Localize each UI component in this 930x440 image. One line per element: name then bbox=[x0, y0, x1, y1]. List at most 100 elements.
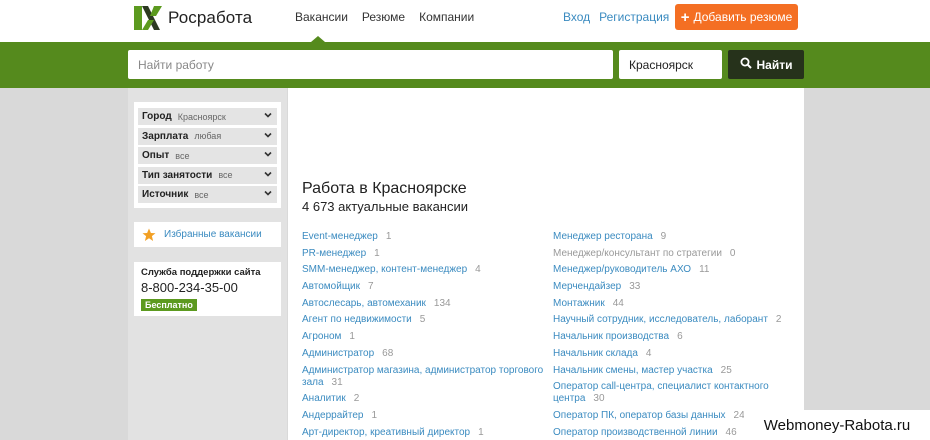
category-link[interactable]: Агент по недвижимости bbox=[302, 314, 412, 325]
list-item: Менеджер/консультант по стратегии 0 bbox=[553, 248, 798, 260]
category-link[interactable]: Менеджер/консультант по стратегии bbox=[553, 248, 722, 259]
category-link[interactable]: Оператор производственной линии bbox=[553, 427, 718, 438]
page-title: Работа в Красноярске bbox=[302, 180, 467, 197]
category-count: 31 bbox=[331, 376, 343, 388]
nav-companies[interactable]: Компании bbox=[419, 10, 474, 24]
filter-label: Опыт bbox=[142, 150, 170, 161]
filter-experience[interactable]: Опыт все bbox=[138, 147, 277, 164]
category-link[interactable]: Менеджер ресторана bbox=[553, 231, 653, 242]
category-link[interactable]: Начальник производства bbox=[553, 331, 669, 342]
favorites-link[interactable]: Избранные вакансии bbox=[164, 229, 262, 240]
nav-resumes[interactable]: Резюме bbox=[362, 10, 405, 24]
category-link[interactable]: Агроном bbox=[302, 331, 341, 342]
category-count: 46 bbox=[725, 426, 737, 438]
search-button[interactable]: Найти bbox=[728, 50, 804, 79]
category-link[interactable]: Монтажник bbox=[553, 298, 605, 309]
filter-employment-type[interactable]: Тип занятости все bbox=[138, 166, 277, 184]
filter-value: все bbox=[194, 189, 209, 200]
filter-salary[interactable]: Зарплата любая bbox=[138, 127, 277, 145]
add-resume-label: Добавить резюме bbox=[693, 10, 793, 24]
register-link[interactable]: Регистрация bbox=[599, 10, 669, 24]
list-item: Начальник производства 6 bbox=[553, 331, 798, 343]
list-item: Мерчендайзер 33 bbox=[553, 281, 798, 293]
category-link[interactable]: Администратор bbox=[302, 348, 374, 359]
filter-source[interactable]: Источник все bbox=[138, 186, 277, 203]
support-title: Служба поддержки сайта bbox=[141, 267, 261, 278]
category-link[interactable]: Event-менеджер bbox=[302, 231, 378, 242]
list-item: Агент по недвижимости 5 bbox=[302, 314, 547, 326]
main-nav: Вакансии Резюме Компании bbox=[295, 10, 474, 24]
category-link[interactable]: Менеджер/руководитель АХО bbox=[553, 264, 691, 275]
category-count: 68 bbox=[382, 347, 394, 359]
category-count: 7 bbox=[368, 281, 374, 293]
filter-label: Источник bbox=[142, 189, 189, 200]
category-link[interactable]: Оператор ПК, оператор базы данных bbox=[553, 410, 726, 421]
logo-text: Росработа bbox=[168, 8, 253, 27]
filter-value: любая bbox=[194, 131, 222, 141]
support-phone[interactable]: 8-800-234-35-00 bbox=[141, 280, 274, 295]
list-item: Менеджер/руководитель АХО 11 bbox=[553, 264, 798, 276]
list-item: Event-менеджер 1 bbox=[302, 231, 547, 243]
category-count: 11 bbox=[699, 264, 710, 276]
category-link[interactable]: Мерчендайзер bbox=[553, 281, 621, 292]
category-count: 44 bbox=[612, 297, 624, 309]
nav-vacancies[interactable]: Вакансии bbox=[295, 10, 348, 24]
category-link[interactable]: Андеррайтер bbox=[302, 410, 363, 421]
category-link[interactable]: Арт-директор, креативный директор bbox=[302, 427, 470, 438]
category-link[interactable]: SMM-менеджер, контент-менеджер bbox=[302, 264, 467, 275]
star-icon bbox=[142, 228, 156, 241]
search-button-label: Найти bbox=[756, 57, 793, 72]
category-link[interactable]: Начальник склада bbox=[553, 348, 638, 359]
category-count: 30 bbox=[593, 393, 605, 405]
list-item: Автомойщик 7 bbox=[302, 281, 547, 293]
list-item: Администратор 68 bbox=[302, 348, 547, 360]
list-item: Начальник склада 4 bbox=[553, 348, 798, 360]
search-icon bbox=[740, 57, 752, 72]
filter-label: Зарплата bbox=[142, 130, 189, 142]
filter-label: Город bbox=[142, 111, 172, 122]
category-count: 4 bbox=[645, 347, 652, 359]
category-count: 1 bbox=[385, 231, 392, 242]
category-link[interactable]: Автомойщик bbox=[302, 281, 360, 292]
list-item: Агроном 1 bbox=[302, 331, 547, 343]
list-item: Автослесарь, автомеханик 134 bbox=[302, 298, 547, 310]
category-count: 6 bbox=[677, 331, 683, 343]
job-search-input[interactable] bbox=[128, 50, 613, 79]
filter-value: все bbox=[175, 150, 190, 161]
category-count: 2 bbox=[775, 314, 782, 326]
list-item: Менеджер ресторана 9 bbox=[553, 231, 798, 243]
category-count: 1 bbox=[349, 331, 355, 343]
list-item: Оператор call-центра, специалист контакт… bbox=[553, 381, 798, 405]
watermark: Webmoney-Rabota.ru bbox=[744, 410, 930, 440]
list-item: PR-менеджер 1 bbox=[302, 248, 547, 260]
list-item: Монтажник 44 bbox=[553, 298, 798, 310]
category-link[interactable]: Начальник смены, мастер участка bbox=[553, 365, 713, 376]
favorites-panel: Избранные вакансии bbox=[134, 222, 281, 247]
list-item: Научный сотрудник, исследователь, лабора… bbox=[553, 314, 798, 326]
category-link[interactable]: Аналитик bbox=[302, 393, 346, 404]
category-link[interactable]: Научный сотрудник, исследователь, лабора… bbox=[553, 314, 768, 325]
login-link[interactable]: Вход bbox=[563, 10, 590, 24]
category-link[interactable]: Автослесарь, автомеханик bbox=[302, 298, 426, 309]
category-count: 134 bbox=[433, 297, 451, 309]
category-count: 25 bbox=[720, 364, 732, 376]
auth-links: Вход Регистрация bbox=[563, 10, 669, 24]
logo[interactable]: Росработа bbox=[134, 6, 252, 30]
category-count: 2 bbox=[353, 393, 360, 405]
category-link[interactable]: Оператор call-центра, специалист контакт… bbox=[553, 381, 769, 404]
filter-label: Тип занятости bbox=[142, 169, 213, 181]
category-count: 4 bbox=[475, 264, 481, 276]
list-item: Андеррайтер 1 bbox=[302, 410, 547, 422]
vacancy-count: 4 673 актуальные вакансии bbox=[302, 199, 469, 214]
category-list-left: Event-менеджер 1 PR-менеджер 1 SMM-менеджер,… bbox=[302, 231, 547, 440]
filter-city[interactable]: Город Красноярск bbox=[138, 108, 277, 125]
add-resume-button[interactable]: + Добавить резюме bbox=[675, 4, 798, 30]
city-input[interactable] bbox=[619, 50, 722, 79]
support-panel: Служба поддержки сайта 8-800-234-35-00 Б… bbox=[134, 262, 281, 316]
category-count: 1 bbox=[478, 426, 484, 438]
chevron-down-icon bbox=[264, 112, 272, 118]
chevron-down-icon bbox=[264, 151, 272, 157]
category-link[interactable]: PR-менеджер bbox=[302, 248, 366, 259]
category-count: 5 bbox=[419, 314, 426, 326]
category-count: 9 bbox=[660, 231, 667, 242]
